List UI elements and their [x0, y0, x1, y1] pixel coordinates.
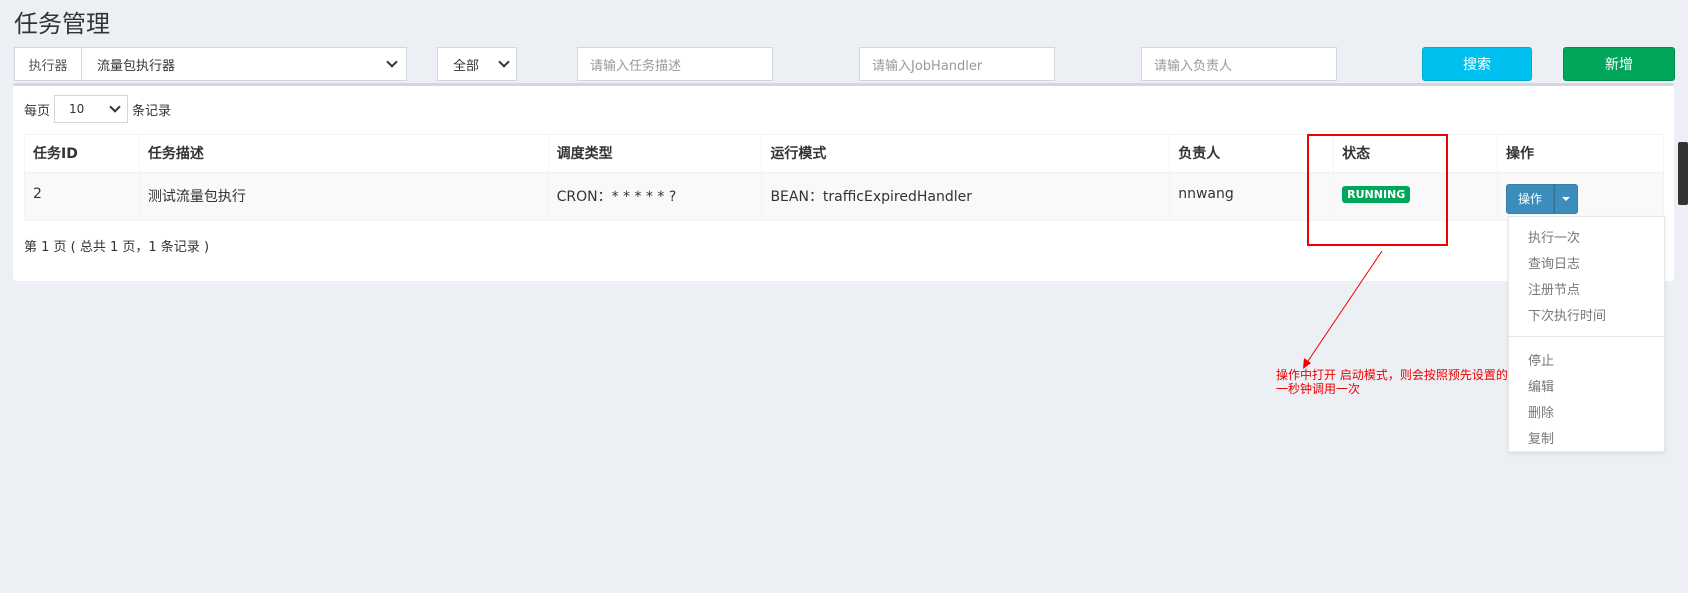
menu-item-registry-nodes[interactable]: 注册节点	[1509, 275, 1664, 301]
menu-item-delete[interactable]: 删除	[1509, 398, 1664, 424]
menu-item-edit[interactable]: 编辑	[1509, 372, 1664, 398]
scrollbar-handle[interactable]	[1678, 142, 1688, 205]
annotation-arrow	[1303, 250, 1383, 369]
menu-item-stop[interactable]: 停止	[1509, 346, 1664, 372]
annotation-line-2: 一秒钟调用一次	[1276, 382, 1361, 396]
menu-item-query-log[interactable]: 查询日志	[1509, 249, 1664, 275]
action-dropdown-menu: 执行一次 查询日志 注册节点 下次执行时间 停止 编辑 删除 复制	[1508, 216, 1665, 452]
annotation-note: 操作中打开 启动模式，则会按照预先设置的， 一秒钟调用一次	[1276, 368, 1536, 396]
menu-item-copy[interactable]: 复制	[1509, 424, 1664, 450]
menu-divider	[1509, 336, 1664, 337]
annotation-line-1: 操作中打开 启动模式，则会按照预先设置的，	[1276, 368, 1520, 382]
menu-item-next-trigger-time[interactable]: 下次执行时间	[1509, 301, 1664, 327]
menu-item-run-once[interactable]: 执行一次	[1509, 223, 1664, 249]
